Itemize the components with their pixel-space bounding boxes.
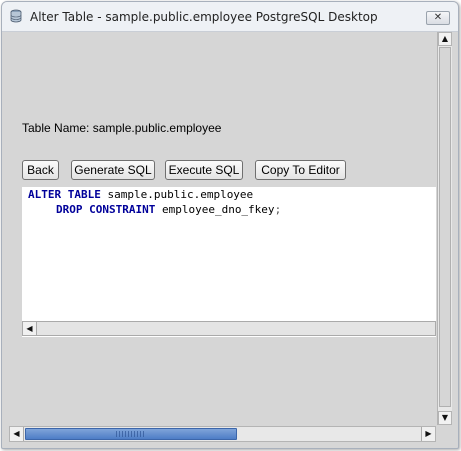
sql-keyword: DROP CONSTRAINT — [56, 203, 156, 216]
content-panel: Table Name: sample.public.employee Back … — [9, 32, 436, 425]
scroll-left-button[interactable]: ◀ — [23, 322, 37, 335]
horizontal-scroll-thumb[interactable] — [25, 428, 237, 440]
sql-text: employee_dno_fkey — [155, 203, 275, 216]
scroll-up-button[interactable]: ▲ — [438, 32, 452, 46]
sql-line-2: DROP CONSTRAINT employee_dno_fkey; — [56, 203, 281, 216]
grip-icon — [116, 431, 146, 437]
sql-editor[interactable]: ALTER TABLE sample.public.employee DROP … — [22, 187, 436, 337]
table-name-label: Table Name: sample.public.employee — [22, 121, 222, 135]
editor-horizontal-scrollbar[interactable]: ◀ — [22, 321, 436, 336]
sql-semicolon: ; — [274, 203, 282, 216]
sql-keyword: ALTER TABLE — [28, 188, 101, 201]
window-title: Alter Table - sample.public.employee Pos… — [30, 10, 378, 24]
scroll-left-button[interactable]: ◀ — [10, 427, 24, 441]
generate-sql-button[interactable]: Generate SQL — [71, 160, 155, 180]
scroll-right-button[interactable]: ▶ — [421, 427, 435, 441]
window-vertical-scrollbar[interactable]: ▲ ▼ — [437, 32, 452, 425]
scrollbar-corner — [437, 426, 452, 442]
copy-to-editor-button[interactable]: Copy To Editor — [255, 160, 346, 180]
arrow-up-icon: ▲ — [441, 34, 449, 43]
close-button[interactable]: ✕ — [426, 11, 450, 25]
arrow-right-icon: ▶ — [425, 429, 432, 438]
alter-table-window: Alter Table - sample.public.employee Pos… — [1, 1, 459, 449]
back-button[interactable]: Back — [22, 160, 59, 180]
arrow-left-icon: ◀ — [13, 429, 20, 438]
title-bar[interactable]: Alter Table - sample.public.employee Pos… — [2, 2, 458, 32]
database-icon — [10, 9, 22, 23]
execute-sql-button[interactable]: Execute SQL — [165, 160, 243, 180]
sql-text: sample.public.employee — [100, 188, 254, 201]
close-icon: ✕ — [433, 12, 443, 23]
scroll-down-button[interactable]: ▼ — [438, 411, 452, 425]
arrow-left-icon: ◀ — [26, 323, 33, 333]
vertical-scroll-thumb[interactable] — [439, 47, 451, 407]
arrow-down-icon: ▼ — [441, 413, 449, 422]
sql-line-1: ALTER TABLE sample.public.employee — [28, 188, 253, 201]
window-horizontal-scrollbar[interactable]: ◀ ▶ — [9, 426, 436, 442]
